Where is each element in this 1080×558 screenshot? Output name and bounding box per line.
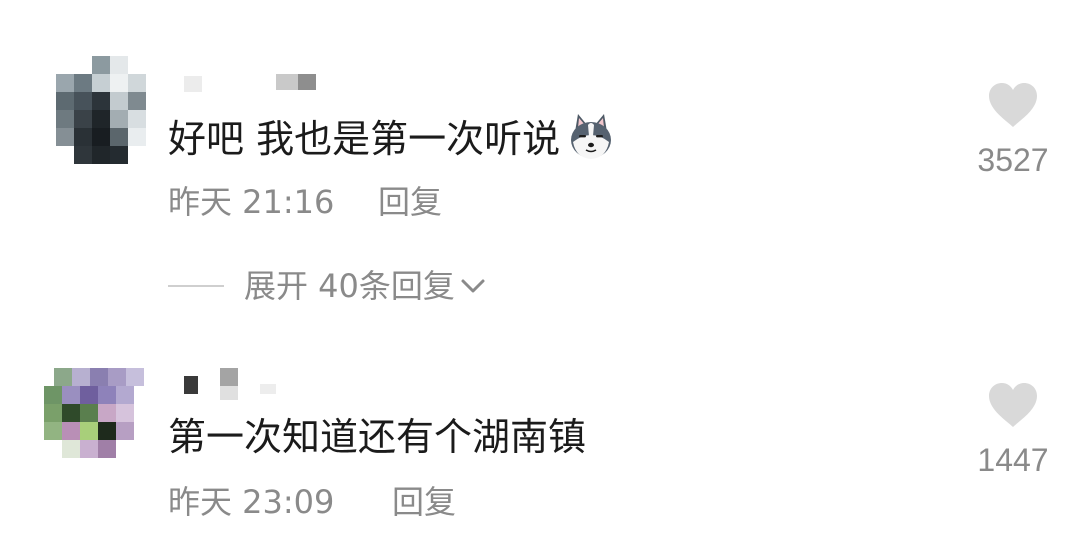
- expand-replies-button[interactable]: 展开 40条回复: [168, 266, 487, 306]
- divider-line: [168, 285, 224, 287]
- like-button[interactable]: 3527: [958, 82, 1068, 179]
- username[interactable]: [184, 368, 304, 400]
- comment-text-content: 好吧 我也是第一次听说: [168, 117, 561, 161]
- username[interactable]: [184, 74, 344, 98]
- comment-text: 第一次知道还有个湖南镇: [168, 415, 587, 459]
- comment-text: 好吧 我也是第一次听说: [168, 112, 616, 162]
- chevron-down-icon: [461, 279, 485, 293]
- comment-time: 昨天 21:16: [168, 183, 335, 221]
- expand-replies-label: 展开 40条回复: [244, 267, 455, 305]
- like-count: 3527: [977, 142, 1049, 178]
- heart-icon: [989, 83, 1037, 127]
- comment-item: 第一次知道还有个湖南镇 昨天 23:09 回复 1447: [0, 330, 1080, 558]
- reply-button[interactable]: 回复: [392, 482, 456, 522]
- avatar[interactable]: [56, 56, 152, 166]
- heart-icon: [989, 383, 1037, 427]
- like-button[interactable]: 1447: [958, 382, 1068, 479]
- comment-time: 昨天 23:09: [168, 483, 335, 521]
- reply-button[interactable]: 回复: [378, 182, 442, 222]
- comment-item: 好吧 我也是第一次听说 昨天 21:16 回复 3527 展开 40条回复: [0, 0, 1080, 330]
- husky-dog-emoji-icon: [566, 112, 616, 162]
- avatar[interactable]: [44, 368, 154, 468]
- like-count: 1447: [977, 442, 1049, 478]
